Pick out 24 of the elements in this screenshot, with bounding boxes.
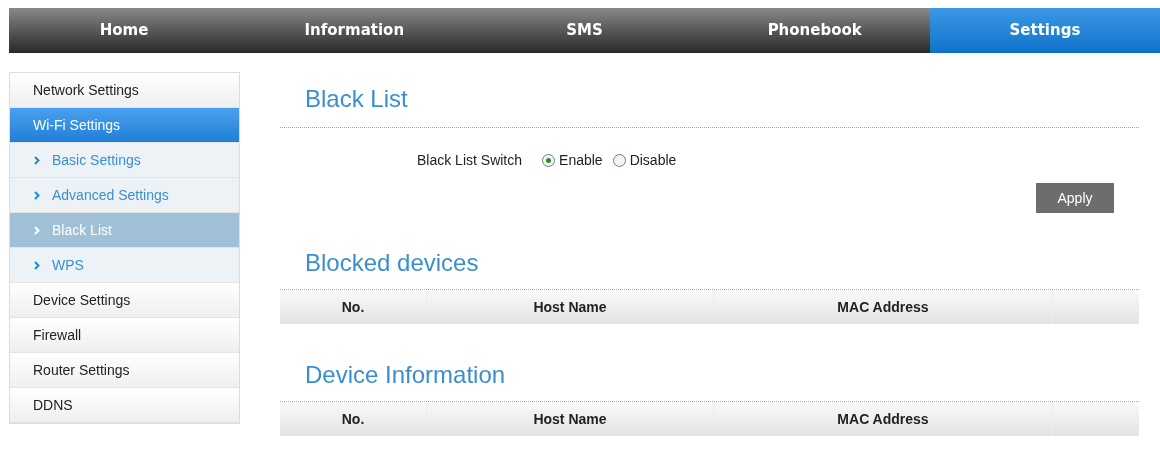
switch-label: Black List Switch — [417, 151, 523, 170]
column-header: MAC Address — [714, 402, 1053, 436]
radio-button[interactable] — [542, 154, 556, 167]
nav-tab[interactable]: Information — [239, 8, 470, 53]
nav-tab[interactable]: Home — [9, 8, 240, 53]
column-header: No. — [280, 402, 427, 436]
nav-tab[interactable]: Phonebook — [699, 8, 930, 53]
column-header: Host Name — [427, 290, 714, 324]
nav-tab[interactable]: SMS — [469, 8, 700, 53]
chevron-icon — [34, 190, 40, 200]
column-header: No. — [280, 290, 427, 324]
radio-label: Enable — [559, 151, 603, 170]
radio-button[interactable] — [612, 154, 626, 167]
apply-button[interactable]: Apply — [1036, 183, 1114, 213]
chevron-icon — [34, 225, 40, 235]
chevron-icon — [34, 260, 40, 270]
chevron-icon — [34, 155, 40, 165]
page-title: Black List — [305, 84, 409, 114]
section-title: Blocked devices — [305, 248, 480, 278]
section-title: Device Information — [305, 360, 507, 390]
radio-label: Disable — [629, 151, 677, 170]
nav-tab[interactable]: Settings — [929, 8, 1160, 53]
column-header: Host Name — [427, 402, 714, 436]
column-header: MAC Address — [714, 290, 1053, 324]
